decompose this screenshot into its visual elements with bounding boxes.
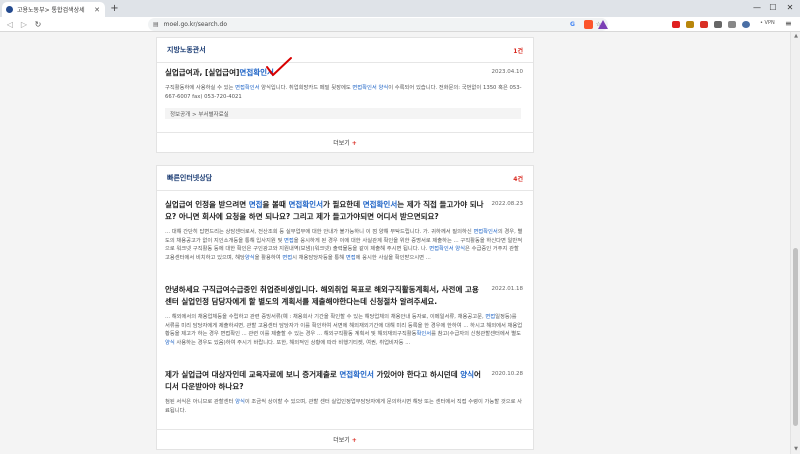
search-result: 실업급여 인정을 받으려면 면접을 볼때 면접확인서가 필요한데 면접확인서는 … xyxy=(165,199,523,271)
breadcrumb[interactable]: 정보공개 > 부서별자료실 xyxy=(165,108,521,119)
red-checkmark-annotation xyxy=(266,57,292,76)
result-date: 2023.04.10 xyxy=(491,69,524,75)
menu-dots-icon[interactable]: ≡ xyxy=(785,19,792,28)
extension-icon[interactable] xyxy=(686,21,694,28)
section-title: 지방노동관서 xyxy=(167,46,206,54)
section-title: 빠른인터넷상담 xyxy=(167,174,213,182)
close-window-button[interactable]: ✕ xyxy=(783,1,797,15)
result-summary: ... 대해 간단히 답변드리는 상담센터로서, 전산조회 등 실무업무에 대한… xyxy=(165,229,523,261)
section-header: 지방노동관서 1건 xyxy=(157,38,533,63)
browser-toolbar: ◁ ▷ ↻ ▤ moel.go.kr/search.do G ⇪ ☆ • VPN… xyxy=(0,17,800,32)
reload-icon[interactable]: ↻ xyxy=(32,18,44,31)
scroll-thumb[interactable] xyxy=(793,248,798,426)
tab-bar: 고용노동부> 통합검색상세 ✕ + — ☐ ✕ xyxy=(0,0,800,17)
tab-close-icon[interactable]: ✕ xyxy=(93,6,101,14)
moel-favicon-icon xyxy=(6,6,13,13)
result-title-link[interactable]: 제가 실업급여 대상자인데 교육자료에 보니 증거제출로 면접확인서 가있어야 … xyxy=(165,369,485,393)
extension-icon[interactable] xyxy=(700,21,708,28)
search-result: 실업급여과, [실업급여]면접확인서 2023.04.10 구직활동하에 사용하… xyxy=(165,67,523,101)
new-tab-button[interactable]: + xyxy=(109,3,120,14)
page-scrollbar[interactable]: ▲ ▼ xyxy=(790,32,800,454)
address-bar[interactable]: ▤ moel.go.kr/search.do G ⇪ ☆ xyxy=(148,18,608,31)
section-header: 빠른인터넷상담 4건 xyxy=(157,166,533,191)
result-summary: 구직활동하에 사용하실 수 있는 면접확인서 양식입니다. 취업희망카드 페밀 … xyxy=(165,85,522,100)
browser-tab[interactable]: 고용노동부> 통합검색상세 ✕ xyxy=(2,2,105,17)
search-result: 제가 실업급여 대상자인데 교육자료에 보니 증거제출로 면접확인서 가있어야 … xyxy=(165,369,523,415)
scroll-down-icon[interactable]: ▼ xyxy=(792,446,800,452)
search-result: 안녕하세요 구직급여수급중인 취업준비생입니다. 해외취업 목표로 해외구직활동… xyxy=(165,284,523,356)
result-date: 2020.10.28 xyxy=(491,371,524,377)
puzzle-extensions-icon[interactable] xyxy=(714,21,722,28)
result-summary: ... 해외에서의 채용업체등을 수립하고 관련 증빙서류(예 : 채용회사 기… xyxy=(165,314,523,346)
divider xyxy=(156,132,534,133)
result-count-badge: 1건 xyxy=(513,47,523,55)
more-button[interactable]: 더보기 + xyxy=(156,138,534,147)
tab-title: 고용노동부> 통합검색상세 xyxy=(17,7,85,14)
result-date: 2022.08.23 xyxy=(491,201,524,207)
result-summary: 첨된 서식은 아니므로 관할센터 양식이 조금씩 상이할 수 있으며, 관할 센… xyxy=(165,399,522,414)
result-title-link[interactable]: 실업급여 인정을 받으려면 면접을 볼때 면접확인서가 필요한데 면접확인서는 … xyxy=(165,199,485,223)
minimize-button[interactable]: — xyxy=(750,1,764,15)
more-button[interactable]: 더보기 + xyxy=(156,435,534,444)
site-info-icon[interactable]: ▤ xyxy=(153,21,159,28)
maximize-button[interactable]: ☐ xyxy=(766,1,780,15)
forward-arrow-icon[interactable]: ▷ xyxy=(18,18,30,31)
vpn-button[interactable]: • VPN xyxy=(760,20,775,26)
google-icon[interactable]: G xyxy=(568,21,577,28)
rewards-triangle-icon[interactable] xyxy=(598,20,608,29)
scroll-up-icon[interactable]: ▲ xyxy=(792,33,800,39)
divider xyxy=(156,429,534,430)
url-text[interactable]: moel.go.kr/search.do xyxy=(164,21,564,28)
result-count-badge: 4건 xyxy=(513,175,523,183)
profile-avatar-icon[interactable] xyxy=(742,21,750,28)
sidebar-icon[interactable] xyxy=(728,21,736,28)
result-title-link[interactable]: 실업급여과, [실업급여]면접확인서 xyxy=(165,67,465,79)
back-arrow-icon[interactable]: ◁ xyxy=(4,18,16,31)
brave-shield-icon[interactable] xyxy=(584,20,593,29)
result-title-link[interactable]: 안녕하세요 구직급여수급중인 취업준비생입니다. 해외취업 목표로 해외구직활동… xyxy=(165,284,485,308)
youtube-extension-icon[interactable] xyxy=(672,21,680,28)
result-date: 2022.01.18 xyxy=(491,286,524,292)
